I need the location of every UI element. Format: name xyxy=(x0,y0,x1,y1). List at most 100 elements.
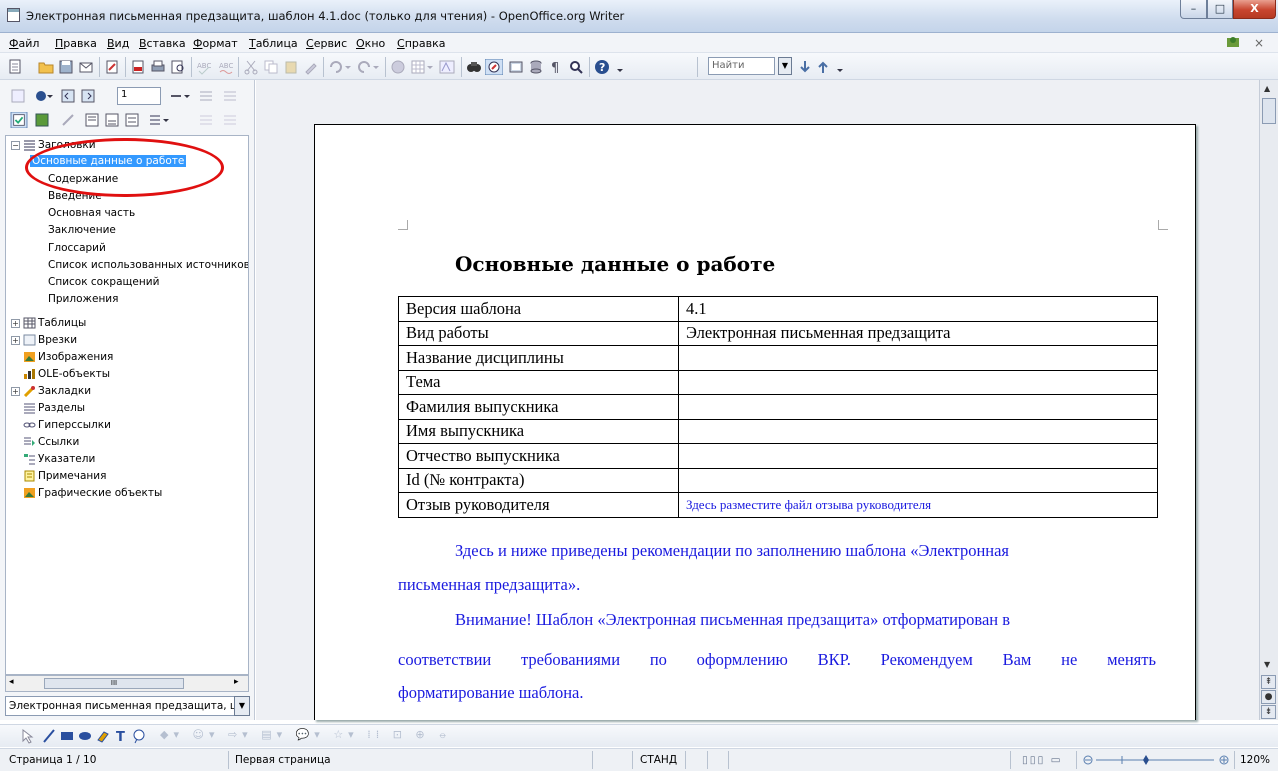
next-page-button[interactable]: ⇟ xyxy=(1261,705,1276,719)
edit-file-icon[interactable] xyxy=(104,59,120,75)
navigation-button[interactable]: ● xyxy=(1261,690,1276,704)
find-previous-icon[interactable] xyxy=(816,59,830,75)
tree-heading-item[interactable]: Приложения xyxy=(48,291,118,307)
minimize-button[interactable]: – xyxy=(1180,0,1207,19)
close-document-button[interactable]: × xyxy=(1254,36,1264,50)
content-view-icon[interactable] xyxy=(10,112,28,128)
scroll-thumb[interactable] xyxy=(1262,98,1276,124)
find-dropdown-button[interactable]: ▼ xyxy=(778,57,792,75)
insert-mode-indicator[interactable]: СТАНД xyxy=(640,754,677,766)
new-document-icon[interactable] xyxy=(8,59,26,75)
table-cell-value[interactable] xyxy=(678,443,1158,469)
save-icon[interactable] xyxy=(58,59,74,75)
tree-category-ole[interactable]: OLE-объекты xyxy=(38,366,110,382)
print-icon[interactable] xyxy=(150,59,166,75)
table-cell-key[interactable]: Фамилия выпускника xyxy=(398,394,679,420)
table-cell-value[interactable]: 4.1 xyxy=(678,296,1158,322)
find-input[interactable]: Найти xyxy=(708,57,775,75)
previous-object-icon[interactable] xyxy=(60,88,76,104)
find-toolbar-options-icon[interactable] xyxy=(834,59,846,75)
footer-icon[interactable] xyxy=(84,112,100,128)
navigation-icon[interactable] xyxy=(34,88,54,104)
maximize-button[interactable]: □ xyxy=(1207,0,1233,19)
callouts-icon[interactable] xyxy=(132,728,146,744)
toggle-icon[interactable] xyxy=(10,88,28,104)
page-indicator[interactable]: Страница 1 / 10 xyxy=(9,754,96,766)
scroll-thumb[interactable]: III xyxy=(44,678,184,689)
table-cell-value[interactable] xyxy=(678,345,1158,371)
expand-tables-toggle[interactable]: + xyxy=(11,319,20,328)
table-cell-key[interactable]: Тема xyxy=(398,369,679,395)
menu-help[interactable]: Справка xyxy=(397,37,445,50)
table-cell-value[interactable] xyxy=(678,467,1158,493)
expand-bookmarks-toggle[interactable]: + xyxy=(11,387,20,396)
menu-format[interactable]: Формат xyxy=(193,37,238,50)
document-doc-icon[interactable] xyxy=(1226,35,1240,49)
page-number-spinner[interactable]: 1 xyxy=(117,87,161,105)
vertical-scrollbar[interactable] xyxy=(1259,80,1278,720)
insert-icon[interactable] xyxy=(124,112,140,128)
menu-edit[interactable]: Правка xyxy=(55,37,97,50)
text-icon[interactable]: T xyxy=(114,728,128,744)
table-cell-key[interactable]: Название дисциплины xyxy=(398,345,679,371)
tree-category-images[interactable]: Изображения xyxy=(38,349,113,365)
tree-category-references[interactable]: Ссылки xyxy=(38,434,79,450)
scroll-right-arrow[interactable]: ▸ xyxy=(234,677,239,687)
tree-category-notes[interactable]: Примечания xyxy=(38,468,106,484)
zoom-icon[interactable] xyxy=(568,59,584,75)
select-icon[interactable] xyxy=(20,728,34,744)
page-style-indicator[interactable]: Первая страница xyxy=(235,754,331,766)
ellipse-icon[interactable] xyxy=(78,728,92,744)
scroll-up-arrow[interactable]: ▲ xyxy=(1264,84,1270,93)
navigator-horizontal-scrollbar[interactable]: ◂ III ▸ xyxy=(5,675,249,692)
export-pdf-icon[interactable] xyxy=(130,59,146,75)
menu-view[interactable]: Вид xyxy=(107,37,129,50)
zoom-level[interactable]: 120% xyxy=(1240,754,1270,766)
tree-category-hyperlinks[interactable]: Гиперссылки xyxy=(38,417,111,433)
menu-file[interactable]: Файл xyxy=(9,37,39,50)
table-cell-value[interactable] xyxy=(678,418,1158,444)
collapse-headings-toggle[interactable]: − xyxy=(11,141,20,150)
table-cell-value[interactable] xyxy=(678,369,1158,395)
menu-tools[interactable]: Сервис xyxy=(306,37,347,50)
zoom-slider[interactable] xyxy=(1082,754,1230,766)
tree-category-indexes[interactable]: Указатели xyxy=(38,451,95,467)
tree-heading-item[interactable]: Список сокращений xyxy=(48,274,159,290)
tree-heading-item[interactable]: Заключение xyxy=(48,222,116,238)
table-cell-value[interactable]: Электронная письменная предзащита xyxy=(678,320,1158,346)
email-icon[interactable] xyxy=(78,59,94,75)
menu-insert[interactable]: Вставка xyxy=(139,37,186,50)
tree-category-bookmarks[interactable]: Закладки xyxy=(38,383,91,399)
freeform-line-icon[interactable] xyxy=(96,728,110,744)
tree-heading-item[interactable]: Глоссарий xyxy=(48,240,106,256)
find-replace-icon[interactable] xyxy=(466,59,482,75)
drag-mode-icon[interactable] xyxy=(169,88,191,104)
close-button[interactable]: X xyxy=(1233,0,1276,19)
scroll-left-arrow[interactable]: ◂ xyxy=(9,677,14,687)
formatting-marks-icon[interactable]: ¶ xyxy=(548,59,564,75)
data-sources-icon[interactable] xyxy=(528,59,544,75)
expand-frames-toggle[interactable]: + xyxy=(11,336,20,345)
table-cell-key[interactable]: Вид работы xyxy=(398,320,679,346)
table-cell-key[interactable]: Имя выпускника xyxy=(398,418,679,444)
menu-window[interactable]: Окно xyxy=(356,37,385,50)
gallery-icon[interactable] xyxy=(508,59,524,75)
table-cell-key[interactable]: Отчество выпускника xyxy=(398,443,679,469)
tree-category-frames[interactable]: Врезки xyxy=(38,332,77,348)
tree-heading-item[interactable]: Список использованных источников xyxy=(48,257,248,273)
tree-category-drawings[interactable]: Графические объекты xyxy=(38,485,162,501)
table-cell-key[interactable]: Отзыв руководителя xyxy=(398,492,679,518)
menu-table[interactable]: Таблица xyxy=(249,37,298,50)
table-cell-value[interactable]: Здесь разместите файл отзыва руководител… xyxy=(678,492,1158,518)
line-icon[interactable] xyxy=(42,728,56,744)
table-cell-value[interactable] xyxy=(678,394,1158,420)
tree-category-tables[interactable]: Таблицы xyxy=(38,315,86,331)
previous-page-button[interactable]: ⇞ xyxy=(1261,675,1276,689)
tree-heading-item[interactable]: Основная часть xyxy=(48,205,135,221)
find-next-icon[interactable] xyxy=(798,59,812,75)
view-layout-icons[interactable]: ▯▯▯ ▭ xyxy=(1022,754,1063,766)
navigator-tree[interactable]: − Заголовки Основные данные о работе Сод… xyxy=(5,135,249,675)
document-select[interactable]: Электронная письменная предзащита, ш xyxy=(5,696,236,716)
rectangle-icon[interactable] xyxy=(60,728,74,744)
next-object-icon[interactable] xyxy=(80,88,96,104)
